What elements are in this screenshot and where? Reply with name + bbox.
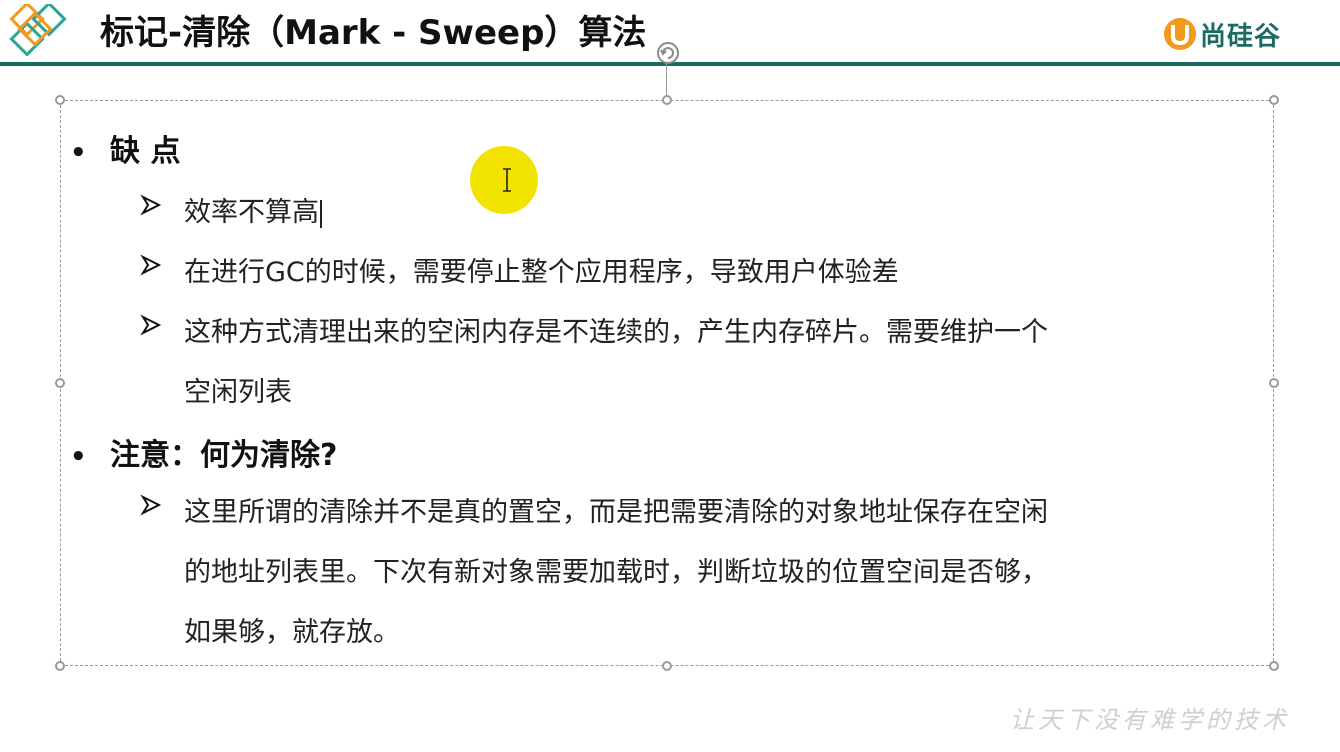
- rotate-connector: [666, 60, 667, 100]
- text-caret: [320, 199, 322, 228]
- slide-title: 标记-清除（Mark - Sweep）算法: [100, 13, 647, 53]
- bullet-heading-note: • 注意：何为清除?: [70, 430, 337, 474]
- heading-text: 缺 点: [110, 134, 181, 169]
- arrow-bullet-icon: [140, 194, 162, 216]
- brand-name: 尚硅谷: [1200, 21, 1282, 52]
- list-item-continuation: 空闲列表: [184, 377, 292, 408]
- diamond-logo-icon: [9, 4, 67, 57]
- arrow-bullet-icon: [140, 494, 162, 516]
- list-item-continuation: 的地址列表里。下次有新对象需要加载时，判断垃圾的位置空间是否够，: [184, 557, 1048, 588]
- brand-u-icon: [1164, 18, 1196, 50]
- bullet-heading-drawbacks: • 缺 点: [70, 126, 180, 170]
- bullet-dot-icon: •: [70, 138, 87, 168]
- heading-text: 注意：何为清除?: [110, 438, 338, 473]
- text-cursor-icon: [503, 168, 511, 192]
- resize-handle-bottom-left[interactable]: [55, 661, 65, 671]
- arrow-bullet-icon: [140, 314, 162, 336]
- rotate-handle-icon[interactable]: [655, 40, 681, 66]
- slide: 标记-清除（Mark - Sweep）算法 尚硅谷 • 缺 点 效率不算高 在进行…: [0, 0, 1340, 752]
- list-item-text: 这种方式清理出来的空闲内存是不连续的，产生内存碎片。需要维护一个: [184, 317, 1048, 348]
- resize-handle-bottom-middle[interactable]: [662, 661, 672, 671]
- resize-handle-top-middle[interactable]: [662, 95, 672, 105]
- list-item-text: 在进行GC的时候，需要停止整个应用程序，导致用户体验差: [184, 257, 899, 288]
- resize-handle-bottom-right[interactable]: [1269, 661, 1279, 671]
- resize-handle-middle-right[interactable]: [1269, 378, 1279, 388]
- list-item-continuation: 如果够，就存放。: [184, 617, 400, 648]
- arrow-bullet-icon: [140, 254, 162, 276]
- list-item-text: 效率不算高: [184, 197, 319, 228]
- list-item-text: 这里所谓的清除并不是真的置空，而是把需要清除的对象地址保存在空闲: [184, 497, 1048, 528]
- resize-handle-top-right[interactable]: [1269, 95, 1279, 105]
- bullet-dot-icon: •: [70, 442, 87, 472]
- watermark-slogan: 让天下没有难学的技术: [1010, 706, 1290, 734]
- resize-handle-top-left[interactable]: [55, 95, 65, 105]
- brand-logo: 尚硅谷: [1162, 14, 1281, 54]
- resize-handle-middle-left[interactable]: [55, 378, 65, 388]
